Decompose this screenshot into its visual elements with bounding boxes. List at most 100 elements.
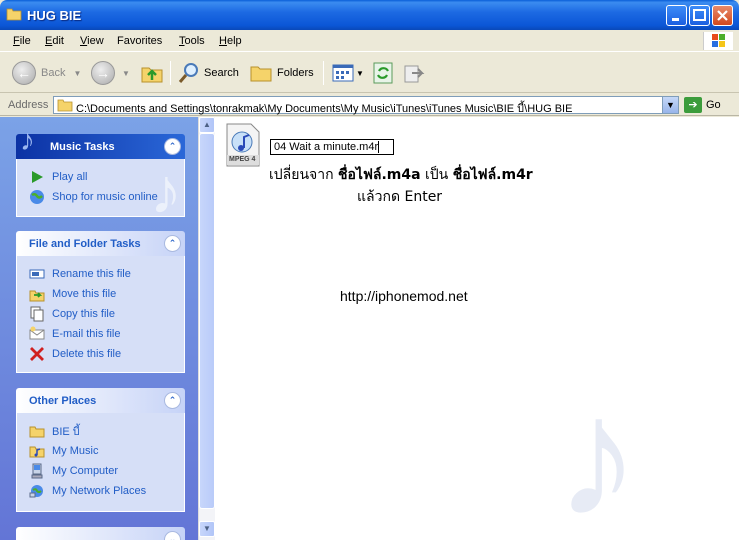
menu-view-label: iew [87, 35, 104, 47]
forward-button[interactable]: → ▼ [91, 59, 130, 87]
folders-icon [250, 66, 272, 82]
menu-favorites-label: avorites [123, 35, 163, 47]
menu-file-label: ile [19, 35, 31, 47]
computer-icon [31, 463, 43, 479]
toolbar-separator [323, 61, 324, 85]
collapse-chevron-icon[interactable]: ⌃ [164, 138, 181, 155]
share-button[interactable] [402, 59, 426, 87]
network-icon [29, 485, 43, 498]
other-places-panel: Other Places ⌃ BIE บี้ My Music My Compu… [16, 388, 185, 512]
file-type-label: MPEG 4 [229, 156, 256, 163]
music-folder-icon [29, 446, 45, 458]
up-folder-icon [141, 67, 163, 83]
close-icon [717, 10, 728, 21]
place-my-computer[interactable]: My Computer [17, 461, 184, 481]
task-label: Copy this file [52, 308, 115, 320]
folder-icon [29, 426, 45, 438]
menu-help-key: H [219, 35, 227, 47]
delete-icon [30, 347, 44, 361]
task-rename[interactable]: Rename this file [17, 264, 184, 284]
play-icon [32, 171, 43, 183]
scroll-up-button[interactable]: ▲ [199, 117, 215, 133]
menu-help[interactable]: Help [219, 35, 242, 47]
music-tasks-panel: ♪ Music Tasks ⌃ ♪ Play all Shop for musi… [16, 126, 185, 223]
sync-button[interactable] [372, 59, 394, 87]
menu-file[interactable]: File [13, 35, 31, 47]
menu-view[interactable]: View [80, 35, 104, 47]
address-label: Address [8, 99, 49, 111]
task-delete[interactable]: Delete this file [17, 344, 184, 364]
menu-tools-label: ools [184, 35, 205, 47]
menu-edit-label: dit [52, 35, 64, 47]
rename-icon [29, 269, 45, 279]
windows-logo [703, 32, 733, 50]
menu-file-key: F [13, 35, 20, 47]
details-header[interactable]: ⌄ [16, 527, 185, 540]
menu-help-label: elp [226, 35, 242, 47]
maximize-button[interactable] [689, 5, 710, 26]
task-email[interactable]: E-mail this file [17, 324, 184, 344]
close-button[interactable] [712, 5, 733, 26]
instruction-mid: เป็น [420, 167, 453, 183]
filename-value: 04 Wait a minute.m4r [274, 141, 379, 153]
menu-tools[interactable]: Tools [179, 35, 205, 47]
collapse-chevron-icon[interactable]: ⌃ [164, 392, 181, 409]
mpeg4-file-icon[interactable]: MPEG 4 [225, 122, 261, 168]
back-button[interactable]: ← Back ▼ [12, 59, 81, 87]
minimize-icon [672, 18, 679, 21]
folders-button[interactable]: Folders [249, 59, 314, 87]
place-bie-folder[interactable]: BIE บี้ [17, 421, 184, 441]
place-my-music[interactable]: My Music [17, 441, 184, 461]
scroll-thumb[interactable] [199, 133, 215, 509]
folders-label: Folders [277, 67, 314, 79]
file-folder-tasks-header[interactable]: File and Folder Tasks ⌃ [16, 231, 185, 256]
toolbar: ← Back ▼ → ▼ Search Folders ▼ [0, 53, 739, 93]
back-dropdown-icon: ▼ [73, 68, 82, 78]
music-note-icon: ♪ [20, 124, 35, 157]
place-my-network[interactable]: My Network Places [17, 481, 184, 501]
scroll-down-button[interactable]: ▼ [199, 521, 215, 537]
menu-favorites[interactable]: Favorites [117, 35, 162, 47]
minimize-button[interactable] [666, 5, 687, 26]
menu-favorites-key: F [117, 35, 124, 47]
copy-icon [30, 306, 44, 322]
filename-rename-input[interactable]: 04 Wait a minute.m4r [270, 139, 394, 155]
back-label: Back [41, 67, 66, 79]
other-places-header[interactable]: Other Places ⌃ [16, 388, 185, 413]
task-move[interactable]: Move this file [17, 284, 184, 304]
file-folder-tasks-title: File and Folder Tasks [29, 238, 141, 250]
place-label: BIE บี้ [52, 426, 80, 438]
maximize-icon [693, 9, 706, 21]
address-input[interactable]: C:\Documents and Settings\tonrakmak\My D… [53, 96, 679, 115]
up-folder-button[interactable] [140, 59, 164, 87]
text-caret [378, 141, 380, 154]
place-label: My Computer [52, 465, 119, 477]
go-label: Go [706, 99, 721, 111]
go-arrow-icon: ➔ [684, 97, 702, 113]
task-copy[interactable]: Copy this file [17, 304, 184, 324]
instruction-to: ชื่อไฟล์.m4r [452, 167, 533, 183]
task-pane-scrollbar[interactable]: ▲ ▼ [198, 117, 215, 540]
folder-icon [6, 8, 22, 21]
music-tasks-body: ♪ Play all Shop for music online [16, 159, 185, 223]
music-tasks-title: Music Tasks [50, 141, 115, 153]
task-label: Play all [52, 171, 88, 183]
address-path: C:\Documents and Settings\tonrakmak\My D… [76, 103, 573, 115]
instruction-line-2: แล้วกด Enter [357, 189, 443, 205]
collapse-chevron-icon[interactable]: ⌃ [164, 235, 181, 252]
globe-icon [30, 190, 44, 204]
title-bar[interactable]: HUG BIE [0, 0, 739, 30]
task-label: Move this file [52, 288, 117, 300]
file-view[interactable]: ♪ MPEG 4 04 Wait a minute.m4r เปลี่ยนจาก… [215, 117, 739, 540]
go-button[interactable]: ➔ Go [684, 97, 721, 113]
collapse-chevron-icon[interactable]: ⌄ [164, 531, 181, 540]
task-pane: ♪ Music Tasks ⌃ ♪ Play all Shop for musi… [0, 117, 198, 540]
task-label: Delete this file [52, 348, 122, 360]
other-places-title: Other Places [29, 395, 97, 407]
views-button[interactable]: ▼ [331, 59, 364, 87]
address-dropdown-button[interactable]: ▼ [662, 97, 678, 113]
search-button[interactable]: Search [177, 59, 239, 87]
menu-edit[interactable]: Edit [45, 35, 64, 47]
details-panel: ⌄ [16, 527, 185, 540]
task-label: Shop for music online [52, 191, 158, 203]
